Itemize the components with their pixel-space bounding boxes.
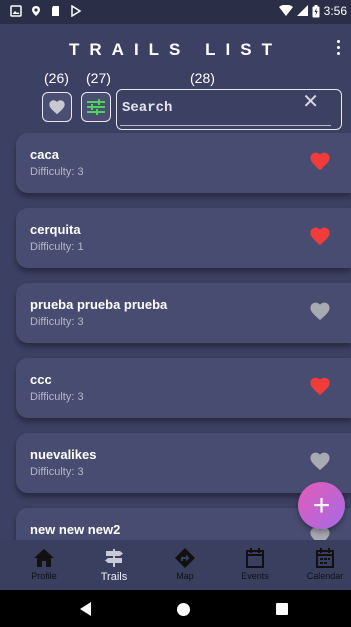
trail-card[interactable]: nuevalikes Difficulty: 3 bbox=[16, 433, 351, 493]
heart-icon[interactable] bbox=[309, 451, 331, 471]
trail-card[interactable]: ccc Difficulty: 3 bbox=[16, 358, 351, 418]
status-bar: 3:56 bbox=[0, 0, 351, 24]
app-bar: TRAILS LIST bbox=[0, 24, 351, 74]
favorites-filter-button[interactable] bbox=[42, 92, 72, 122]
status-time: 3:56 bbox=[323, 4, 347, 18]
search-annotation: (28) bbox=[190, 70, 215, 86]
search-box: ✕ bbox=[116, 89, 342, 130]
search-underline bbox=[120, 125, 331, 126]
recent-apps-icon[interactable] bbox=[276, 603, 288, 615]
heart-icon[interactable] bbox=[309, 301, 331, 321]
system-navigation-bar bbox=[0, 590, 351, 627]
page-title: TRAILS LIST bbox=[69, 40, 282, 59]
trail-difficulty: Difficulty: 3 bbox=[30, 466, 84, 478]
fav-annotation: (26) bbox=[44, 70, 69, 86]
location-notification-icon bbox=[32, 6, 40, 16]
nav-item-profile[interactable]: Profile bbox=[14, 548, 74, 581]
wifi-icon bbox=[278, 5, 293, 16]
trail-card[interactable]: prueba prueba prueba Difficulty: 3 bbox=[16, 283, 351, 343]
trail-card[interactable]: caca Difficulty: 3 bbox=[16, 133, 351, 193]
calendar-outline-icon bbox=[246, 548, 264, 568]
search-input[interactable] bbox=[120, 97, 314, 119]
app-screen: 3:56 TRAILS LIST (26) (27) (28) ✕ caca D… bbox=[0, 0, 351, 627]
nav-label-events: Events bbox=[241, 571, 269, 581]
trail-difficulty: Difficulty: 1 bbox=[30, 241, 84, 253]
trail-difficulty: Difficulty: 3 bbox=[30, 316, 84, 328]
battery-icon bbox=[312, 4, 320, 17]
overflow-menu-icon[interactable] bbox=[337, 40, 343, 58]
nav-label-trails: Trails bbox=[100, 571, 128, 583]
nav-item-map[interactable]: Map bbox=[155, 548, 215, 581]
trail-card[interactable]: cerquita Difficulty: 1 bbox=[16, 208, 351, 268]
filter-annotation: (27) bbox=[86, 70, 111, 86]
trail-name: caca bbox=[30, 147, 59, 162]
bottom-navigation: Profile Trails Map Events Calendar bbox=[0, 540, 351, 590]
clear-search-icon[interactable]: ✕ bbox=[302, 92, 319, 112]
heart-icon bbox=[49, 100, 65, 115]
heart-icon[interactable] bbox=[309, 151, 331, 171]
signpost-icon bbox=[105, 549, 123, 567]
sliders-icon bbox=[87, 99, 105, 115]
nav-label-profile: Profile bbox=[31, 571, 57, 581]
add-trail-button[interactable]: + bbox=[298, 482, 345, 529]
nav-item-events[interactable]: Events bbox=[225, 548, 285, 581]
nav-item-trails[interactable]: Trails bbox=[84, 548, 144, 583]
trail-name: nuevalikes bbox=[30, 447, 97, 462]
trail-difficulty: Difficulty: 3 bbox=[30, 391, 84, 403]
directions-icon bbox=[175, 548, 195, 568]
trail-difficulty: Difficulty: 3 bbox=[30, 166, 84, 178]
calendar-grid-icon bbox=[316, 548, 334, 568]
plus-icon: + bbox=[312, 488, 331, 522]
image-notification-icon bbox=[10, 5, 22, 17]
nav-label-calendar: Calendar bbox=[306, 571, 344, 581]
filter-settings-button[interactable] bbox=[81, 92, 111, 122]
trail-name: new new new2 bbox=[30, 522, 121, 537]
cell-signal-icon bbox=[296, 5, 308, 16]
trail-name: cerquita bbox=[30, 222, 81, 237]
trail-name: prueba prueba prueba bbox=[30, 297, 168, 312]
heart-icon[interactable] bbox=[309, 226, 331, 246]
home-circle-icon[interactable] bbox=[177, 603, 190, 616]
heart-icon[interactable] bbox=[309, 376, 331, 396]
trail-name: ccc bbox=[30, 372, 52, 387]
nav-label-map: Map bbox=[176, 571, 194, 581]
sdcard-notification-icon bbox=[52, 6, 59, 16]
nav-item-calendar[interactable]: Calendar bbox=[295, 548, 351, 581]
play-store-notification-icon bbox=[71, 5, 82, 17]
back-icon[interactable] bbox=[80, 602, 91, 616]
home-icon bbox=[34, 549, 54, 567]
